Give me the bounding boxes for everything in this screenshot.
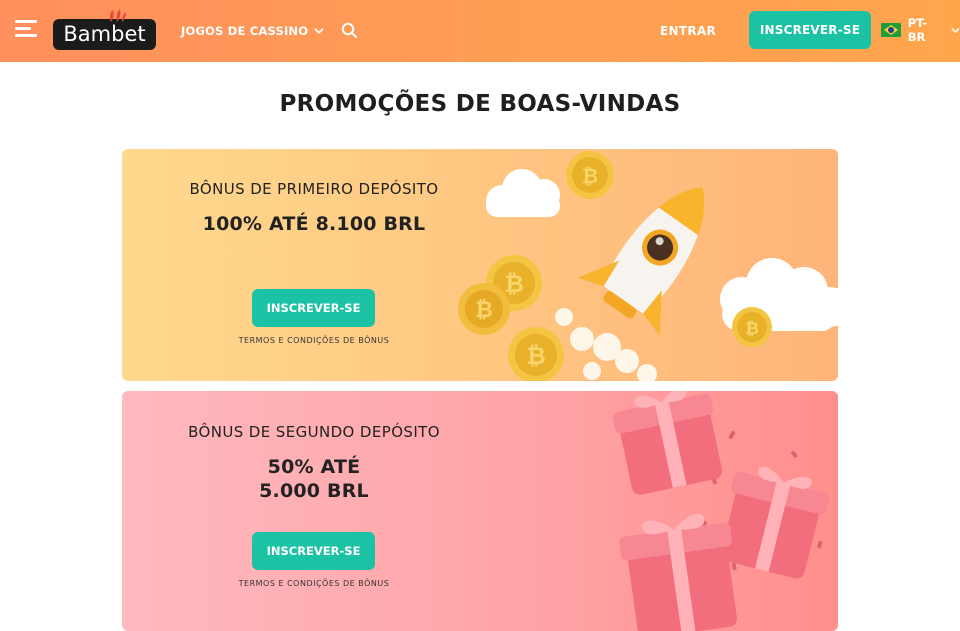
signup-button[interactable]: INSCREVER-SE <box>749 11 871 49</box>
promo-headline-line-1: 50% ATÉ <box>267 456 361 478</box>
logo-text: Bambet <box>53 19 156 50</box>
gift-box-icon <box>613 391 723 495</box>
svg-text:₿: ₿ <box>475 298 493 323</box>
gift-box-icon <box>619 513 738 631</box>
menu-icon[interactable] <box>15 20 37 38</box>
language-selector[interactable]: PT-BR <box>881 16 960 44</box>
search-icon[interactable] <box>341 22 358 39</box>
bitcoin-coin-icon: ₿ <box>508 327 564 381</box>
chevron-down-icon <box>951 27 960 33</box>
page-title: PROMOÇÕES DE BOAS-VINDAS <box>279 91 681 117</box>
nav-casino-games-label: JOGOS DE CASSINO <box>181 24 309 38</box>
promo-signup-button[interactable]: INSCREVER-SE <box>252 532 375 570</box>
language-label: PT-BR <box>907 16 928 44</box>
promo-card-first-deposit: BÔNUS DE PRIMEIRO DEPÓSITO 100% ATÉ 8.10… <box>122 149 838 381</box>
svg-text:₿: ₿ <box>504 270 524 298</box>
bitcoin-coin-icon: ₿ <box>458 283 510 335</box>
gifts-illustration <box>613 391 829 631</box>
promo-card-second-deposit: BÔNUS DE SEGUNDO DEPÓSITO 50% ATÉ 5.000 … <box>122 391 838 631</box>
top-header: Bambet JOGOS DE CASSINO ENTRAR INSCREVER… <box>0 0 960 62</box>
bitcoin-coin-icon: ₿ <box>566 151 614 199</box>
chevron-down-icon <box>314 28 324 34</box>
svg-text:₿: ₿ <box>526 342 546 370</box>
rocket-illustration: ₿ ₿ ₿ ₿ ₿ <box>458 151 838 381</box>
promo-headline-line-2: 5.000 BRL <box>259 480 369 502</box>
promo-terms-link[interactable]: TERMOS E CONDIÇÕES DE BÔNUS <box>122 579 506 588</box>
bitcoin-coin-icon: ₿ <box>732 307 772 347</box>
cloud-left-icon <box>486 169 560 217</box>
svg-text:₿: ₿ <box>582 164 598 188</box>
login-button[interactable]: ENTRAR <box>660 24 716 38</box>
gift-box-icon <box>720 466 829 579</box>
nav-casino-games-dropdown[interactable]: JOGOS DE CASSINO <box>181 23 324 39</box>
promo-signup-button[interactable]: INSCREVER-SE <box>252 289 375 327</box>
svg-text:₿: ₿ <box>745 319 759 339</box>
promo-subtitle: BÔNUS DE SEGUNDO DEPÓSITO <box>188 423 440 441</box>
logo-leaf-icon <box>109 9 126 22</box>
brazil-flag-icon <box>881 23 901 37</box>
